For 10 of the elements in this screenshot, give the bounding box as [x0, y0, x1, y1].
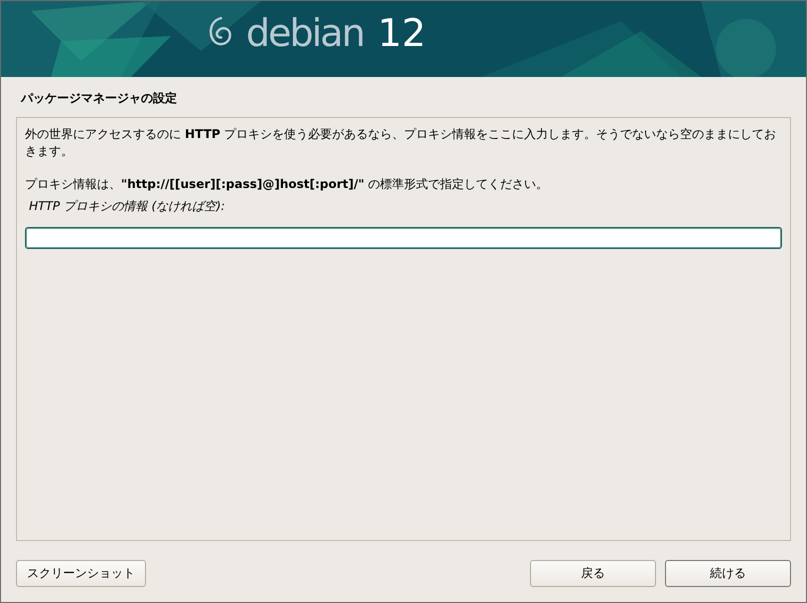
version-text: 12 — [378, 11, 426, 55]
nav-button[interactable]: 続ける — [665, 560, 791, 587]
logo-text: debian — [246, 11, 364, 55]
nav-button[interactable]: 戻る — [530, 560, 656, 587]
proxy-input-field[interactable] — [25, 227, 782, 249]
field-label: HTTP プロキシの情報 (なければ空): — [29, 198, 226, 215]
screenshot-button[interactable]: スクリーンショット — [16, 560, 146, 587]
description-text: プロキシ情報は、"http://[[user][:pass]@]host[:port]/" の標準形式で指定してください。 — [25, 176, 550, 193]
description-text: 外の世界にアクセスするのに HTTP プロキシを使う必要があるなら、プロキシ情報をここに入力します。そうでないなら空のままにしておきます。 — [25, 126, 778, 160]
page-title: パッケージマネージャの設定 — [20, 90, 178, 105]
